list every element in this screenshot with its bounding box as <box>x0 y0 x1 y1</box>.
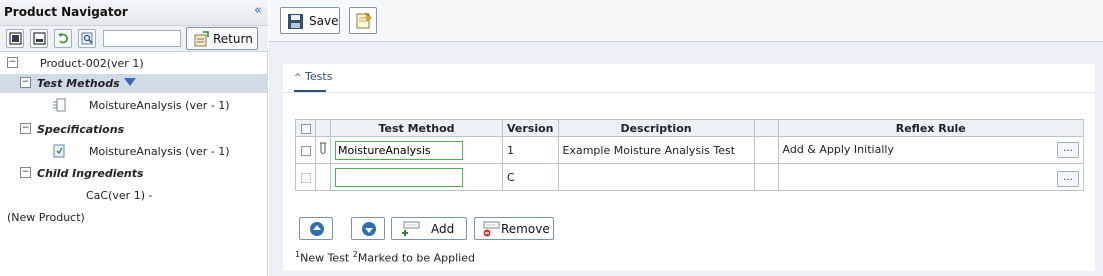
chevron-up-icon: ^ <box>294 73 302 83</box>
main-toolbar: Save <box>269 0 1103 42</box>
version-cell: C <box>502 163 559 191</box>
tests-panel: ^ Tests Test Method Version Description … <box>283 64 1095 271</box>
table-legend: 1New Test 2Marked to be Applied <box>295 250 475 265</box>
add-label: Add <box>431 222 455 236</box>
spec-icon <box>53 144 65 158</box>
expand-all-button[interactable] <box>6 29 24 48</box>
tree-node-product[interactable]: − Product-002(ver 1) <box>0 54 268 73</box>
select-all-header[interactable] <box>295 119 316 137</box>
dropdown-triangle-icon[interactable] <box>124 78 136 86</box>
move-down-button[interactable] <box>351 217 385 240</box>
tree-node-label: Test Methods <box>37 77 120 90</box>
remove-row-icon <box>483 221 500 237</box>
tree-node-label: Product-002(ver 1) <box>40 57 144 70</box>
select-all-checkbox[interactable] <box>300 123 311 134</box>
reflex-rule-ellipsis-button[interactable]: ... <box>1057 171 1079 187</box>
column-header-description: Description <box>557 119 755 137</box>
return-icon <box>194 31 209 47</box>
tab-tests[interactable]: ^ Tests <box>294 70 332 83</box>
collapse-panel-icon[interactable]: « <box>254 3 262 18</box>
note-icon <box>356 12 372 29</box>
collapse-node-icon[interactable]: − <box>20 167 31 178</box>
save-button[interactable]: Save <box>280 7 340 34</box>
row-select-cell[interactable] <box>295 163 316 191</box>
column-header-version: Version <box>502 119 559 137</box>
table-row[interactable]: C ... <box>295 163 1085 191</box>
tree-node-label: CaC(ver 1) - <box>86 189 153 202</box>
legend-new-test: New Test <box>300 251 353 265</box>
tree-node-label: (New Product) <box>7 211 85 224</box>
return-label: Return <box>213 32 253 46</box>
reflex-rule-value: Add & Apply Initially <box>782 143 894 156</box>
tree-node-label: MoistureAnalysis (ver - 1) <box>89 99 230 112</box>
legend-marked-applied: Marked to be Applied <box>357 251 475 265</box>
panel-divider <box>283 92 1095 93</box>
move-up-button[interactable] <box>299 217 333 240</box>
tree-node-specifications[interactable]: − Specifications <box>0 120 268 139</box>
tree-node-test-methods[interactable]: − Test Methods <box>0 74 268 93</box>
test-method-input[interactable] <box>335 140 463 160</box>
icon-column-header <box>315 119 331 137</box>
refresh-button[interactable] <box>54 29 72 48</box>
tree-node-test-method-item[interactable]: MoistureAnalysis (ver - 1) <box>0 96 268 115</box>
add-button[interactable]: Add <box>391 217 467 240</box>
column-header-test-method: Test Method <box>330 119 503 137</box>
reflex-rule-ellipsis-button[interactable]: ... <box>1057 142 1079 158</box>
navigator-toolbar: Return <box>0 26 268 52</box>
tree-node-specification-item[interactable]: MoistureAnalysis (ver - 1) <box>0 142 268 161</box>
search-button[interactable] <box>78 29 96 48</box>
arrow-up-circle-icon <box>310 222 324 236</box>
return-button[interactable]: Return <box>186 27 258 50</box>
test-method-cell <box>330 136 503 164</box>
navigator-title: Product Navigator <box>4 5 128 19</box>
test-method-cell <box>330 163 503 191</box>
tree-node-label: Specifications <box>37 123 125 136</box>
row-icon-cell <box>315 163 331 191</box>
description-cell <box>557 163 755 191</box>
product-navigator-panel: Product Navigator « Return − Product-002… <box>0 0 268 276</box>
column-header-reflex-rule: Reflex Rule <box>777 119 1085 137</box>
floppy-disk-icon <box>288 14 303 29</box>
search-icon <box>81 32 93 45</box>
tree-node-label: Child Ingredients <box>37 167 144 180</box>
test-method-input[interactable] <box>335 167 463 187</box>
tree-node-new-product[interactable]: (New Product) <box>0 208 268 227</box>
collapse-node-icon[interactable]: − <box>7 57 18 68</box>
tree-node-child-ingredients[interactable]: − Child Ingredients <box>0 164 268 183</box>
blank-cell <box>753 136 779 164</box>
collapse-node-icon[interactable]: − <box>20 123 31 134</box>
row-select-cell[interactable] <box>295 136 316 164</box>
test-tube-icon <box>320 142 326 154</box>
table-row[interactable]: 1 Example Moisture Analysis Test Add & A… <box>295 136 1085 164</box>
collapse-all-icon <box>33 32 46 45</box>
collapse-all-button[interactable] <box>30 29 48 48</box>
table-header-row: Test Method Version Description Reflex R… <box>295 119 1085 137</box>
row-icon-cell <box>315 136 331 164</box>
tree-node-child-ingredient-item[interactable]: CaC(ver 1) - <box>0 186 268 205</box>
tests-table: Test Method Version Description Reflex R… <box>295 119 1085 191</box>
version-cell: 1 <box>502 136 559 164</box>
blank-cell <box>753 163 779 191</box>
method-icon <box>53 98 66 112</box>
expand-all-icon <box>9 32 22 45</box>
row-checkbox[interactable] <box>300 145 311 156</box>
description-cell: Example Moisture Analysis Test <box>557 136 755 164</box>
row-checkbox[interactable] <box>300 172 311 183</box>
collapse-node-icon[interactable]: − <box>20 77 31 88</box>
reflex-rule-cell: Add & Apply Initially ... <box>777 136 1085 164</box>
tree-node-label: MoistureAnalysis (ver - 1) <box>89 145 230 158</box>
column-header-blank <box>753 119 779 137</box>
add-row-icon <box>402 221 420 236</box>
navigator-search-input[interactable] <box>103 30 181 47</box>
navigator-header: Product Navigator « <box>0 0 268 26</box>
save-label: Save <box>309 14 339 28</box>
reflex-rule-cell: ... <box>777 163 1085 191</box>
remove-button[interactable]: Remove <box>474 217 554 240</box>
remove-label: Remove <box>501 222 550 236</box>
tab-tests-label: Tests <box>305 70 333 83</box>
main-content: Save ^ Tests Test Method Version Descrip… <box>269 0 1103 276</box>
arrow-down-circle-icon <box>362 222 376 236</box>
refresh-icon <box>58 33 68 44</box>
note-button[interactable] <box>349 7 377 34</box>
